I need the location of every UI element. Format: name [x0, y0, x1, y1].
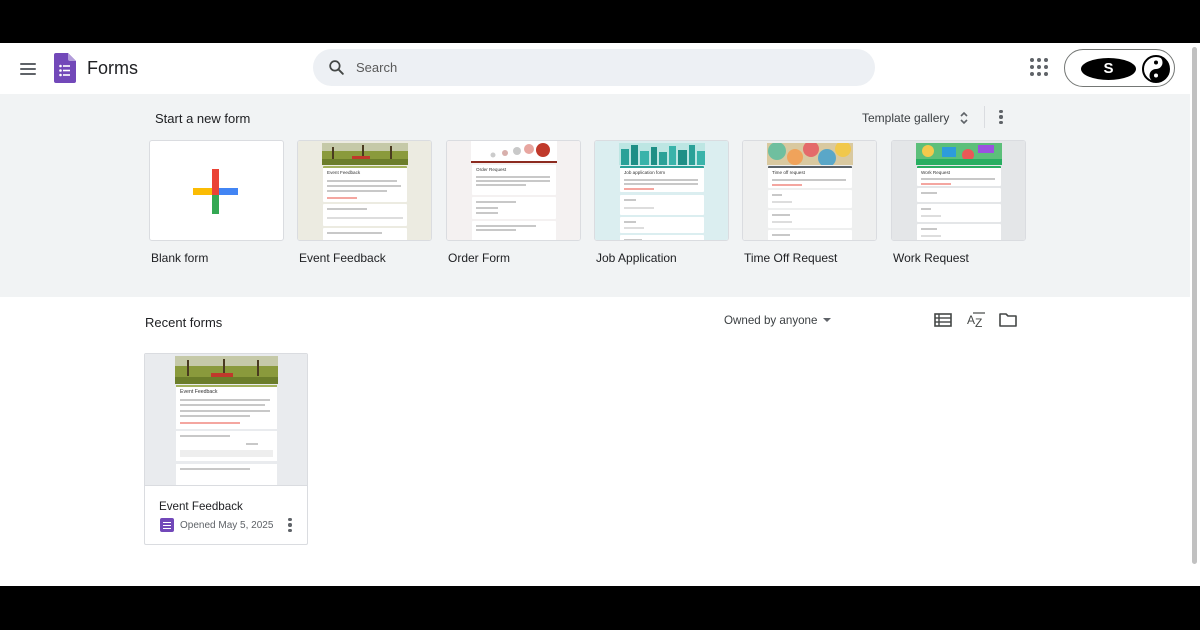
owner-filter-label: Owned by anyone — [724, 313, 818, 327]
form-preview-thumbnail: Event Feedback — [145, 354, 307, 486]
search-input[interactable] — [356, 49, 856, 86]
svg-text:Z: Z — [975, 316, 982, 330]
owner-filter-dropdown[interactable]: Owned by anyone — [716, 306, 839, 334]
account-button[interactable]: S — [1064, 49, 1175, 87]
toolbar-divider — [984, 106, 985, 128]
template-label: Event Feedback — [299, 251, 386, 265]
template-gallery-label: Template gallery — [862, 111, 950, 125]
more-vert-icon[interactable] — [993, 108, 1009, 126]
list-view-icon[interactable] — [932, 309, 954, 331]
scrollbar-thumb[interactable] — [1192, 47, 1197, 564]
unfold-icon — [960, 111, 968, 125]
account-avatar: S — [1081, 58, 1136, 80]
template-section-title: Start a new form — [155, 111, 251, 126]
search-icon[interactable] — [327, 58, 346, 77]
form-opened-date: Opened May 5, 2025 — [180, 520, 274, 531]
template-mini-title: Time off request — [772, 170, 805, 175]
banner-image — [175, 356, 278, 384]
letterbox-top — [0, 0, 1200, 43]
template-time-off-request[interactable]: Time off request Time Off Request — [742, 140, 877, 265]
caret-down-icon — [823, 318, 832, 322]
banner-image — [767, 143, 853, 165]
apps-grid-icon[interactable] — [1030, 58, 1048, 76]
forms-logo-icon[interactable] — [54, 53, 76, 83]
svg-text:A: A — [967, 313, 975, 327]
template-blank-form[interactable]: Blank form — [149, 140, 284, 265]
template-event-feedback[interactable]: Event Feedback Event Feedback — [297, 140, 432, 265]
template-job-application[interactable]: Job application form Job Application — [594, 140, 729, 265]
template-work-request[interactable]: Work Request Work Request — [891, 140, 1026, 265]
card-more-vert-icon[interactable] — [283, 516, 297, 534]
app-header: Forms S — [0, 43, 1190, 94]
folder-icon[interactable] — [997, 309, 1019, 331]
template-mini-title: Event Feedback — [327, 170, 361, 175]
plus-icon — [193, 169, 238, 214]
template-mini-title: Order Request — [476, 167, 507, 172]
banner-image — [619, 143, 705, 165]
template-section: Start a new form Template gallery Blank … — [0, 94, 1190, 297]
app-name: Forms — [87, 58, 138, 78]
template-thumbnail: Work Request — [891, 140, 1026, 241]
menu-icon — [20, 63, 36, 65]
search-bar[interactable] — [313, 49, 875, 86]
template-label: Blank form — [151, 251, 209, 265]
forms-home-page: Forms S Start a new form Template — [0, 43, 1200, 586]
banner-image — [471, 141, 557, 163]
template-thumbnail: Event Feedback — [297, 140, 432, 241]
letterbox-bottom — [0, 586, 1200, 630]
template-thumbnail — [149, 140, 284, 241]
banner-image — [916, 143, 1002, 165]
main-menu-button[interactable] — [14, 55, 42, 83]
template-gallery-button[interactable]: Template gallery — [855, 104, 977, 132]
form-mini-title: Event Feedback — [180, 389, 218, 395]
recent-section-title: Recent forms — [145, 315, 223, 330]
template-mini-title: Work Request — [921, 170, 951, 175]
template-label: Job Application — [596, 251, 677, 265]
sort-az-icon[interactable]: A Z — [965, 309, 987, 331]
template-order-form[interactable]: Order Request Order Form — [446, 140, 581, 265]
template-label: Order Form — [448, 251, 511, 265]
template-label: Work Request — [893, 251, 969, 265]
recent-form-card[interactable]: Event Feedback Event Feedback Opened May… — [144, 353, 308, 545]
template-thumbnail: Job application form — [594, 140, 729, 241]
banner-image — [322, 143, 408, 165]
yin-yang-icon — [1142, 55, 1170, 83]
template-label: Time Off Request — [744, 251, 838, 265]
forms-file-icon — [160, 518, 174, 532]
form-name: Event Feedback — [159, 500, 243, 513]
template-thumbnail: Order Request — [446, 140, 581, 241]
template-mini-title: Job application form — [624, 170, 666, 175]
template-thumbnail: Time off request — [742, 140, 877, 241]
